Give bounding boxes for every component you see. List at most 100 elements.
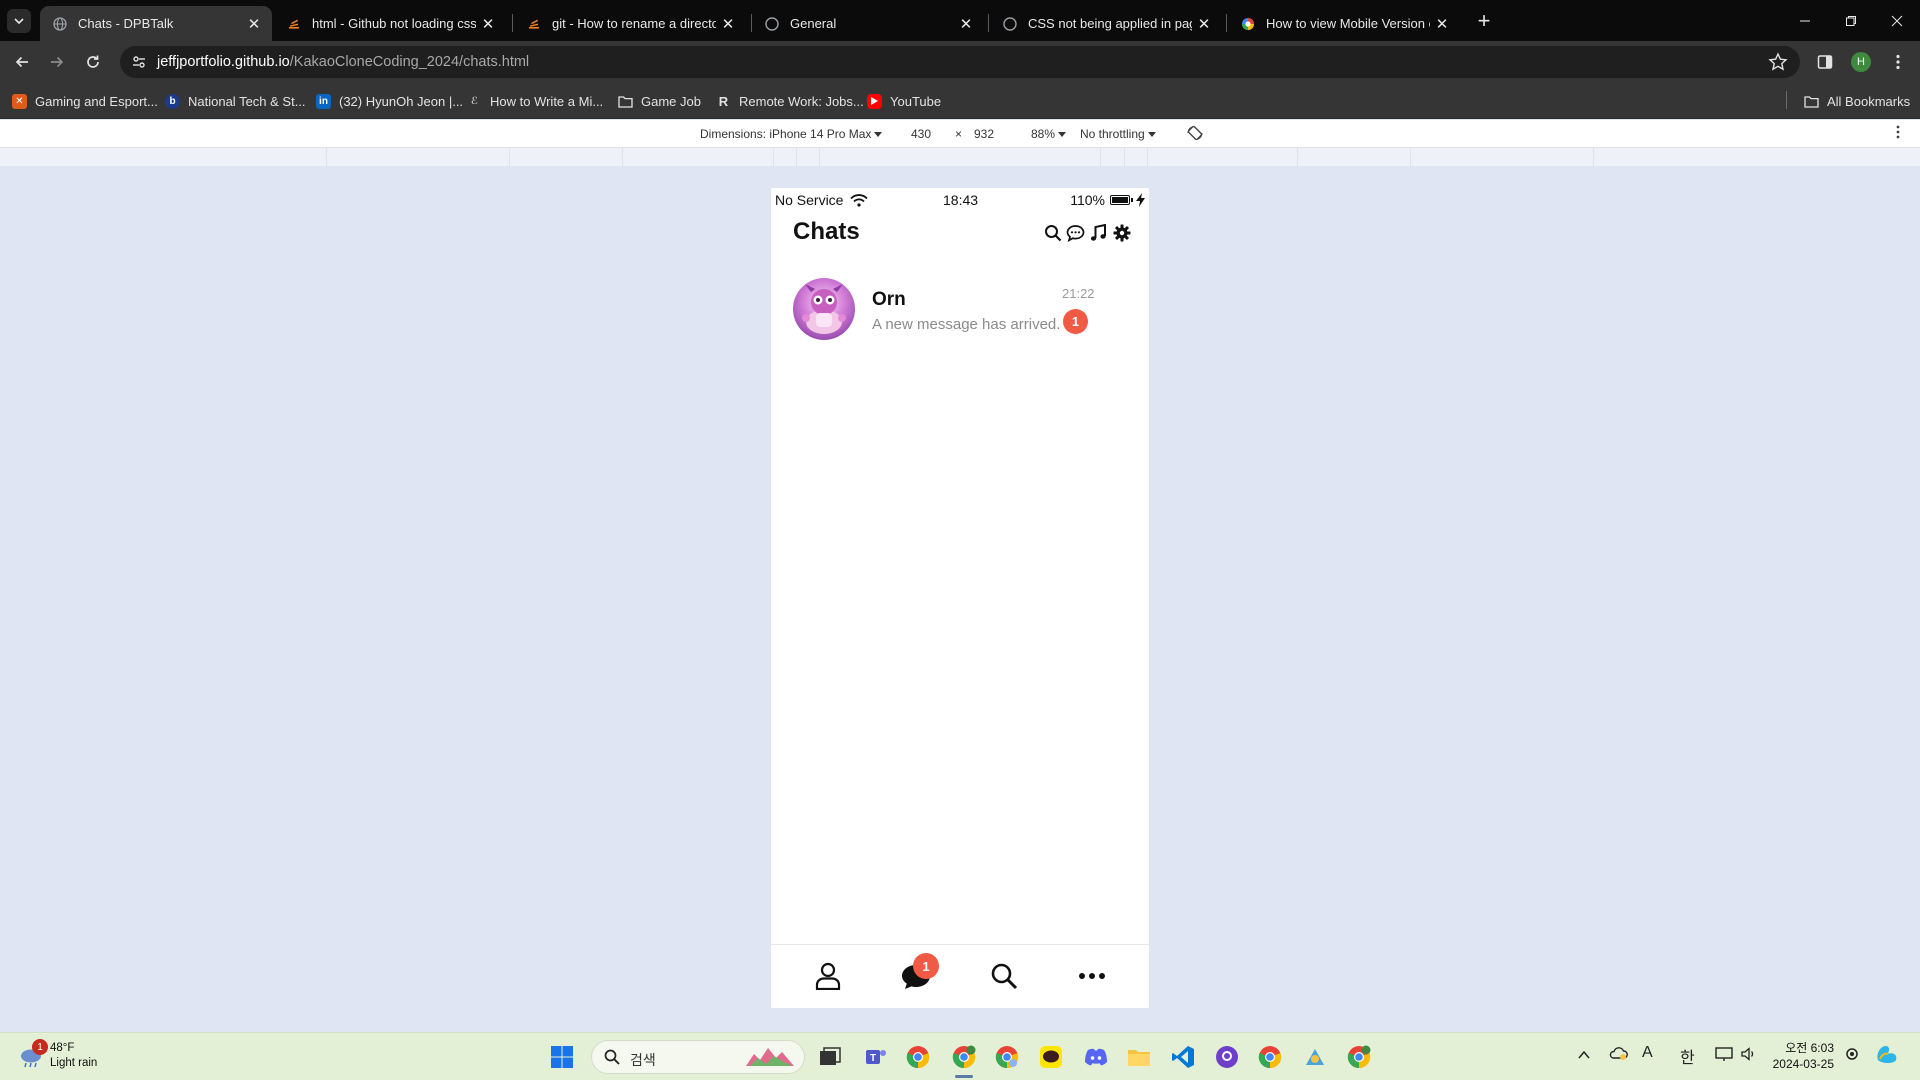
tab-github-css[interactable]: html - Github not loading css ✕ (274, 6, 506, 41)
reload-icon (87, 55, 99, 68)
tab-git-rename[interactable]: git - How to rename a directo ✕ (514, 6, 746, 41)
bookmark-folder-game-job[interactable]: Game Job (618, 91, 701, 111)
chrome-icon (1347, 1045, 1371, 1069)
minimize-button[interactable] (1782, 0, 1828, 41)
close-tab-icon[interactable]: ✕ (954, 12, 978, 36)
taskbar-chrome-1[interactable] (903, 1042, 933, 1072)
close-tab-icon[interactable]: ✕ (1192, 12, 1216, 36)
site-settings-icon[interactable] (130, 53, 148, 71)
profile-button[interactable]: H (1849, 50, 1873, 74)
taskbar-chrome-3[interactable] (1255, 1042, 1285, 1072)
person-icon (815, 962, 841, 990)
notification-button[interactable] (1844, 1046, 1860, 1065)
music-note-icon (1090, 224, 1106, 241)
tab-friends[interactable] (811, 959, 845, 993)
bookmark-label: National Tech & St... (188, 93, 306, 109)
zoom-select[interactable]: 88% (1031, 127, 1067, 141)
search-button[interactable] (1041, 222, 1064, 244)
address-bar[interactable]: jeffjportfolio.github.io/KakaoCloneCodin… (120, 46, 1800, 78)
unread-badge: 1 (1063, 309, 1088, 334)
bookmark-remote-work[interactable]: R Remote Work: Jobs... (716, 91, 864, 111)
weather-widget[interactable]: 1 48°F Light rain (18, 1039, 97, 1071)
taskbar-chrome-2[interactable] (992, 1042, 1022, 1072)
bookmark-label: (32) HyunOh Jeon |... (339, 93, 464, 109)
bookmark-youtube[interactable]: YouTube (867, 91, 941, 111)
rotate-icon (1187, 125, 1203, 141)
arrow-left-icon (15, 56, 28, 68)
bookmark-how-to-write[interactable]: ℰ How to Write a Mi... (467, 91, 603, 111)
chat-list-item[interactable]: Orn A new message has arrived. 21:22 1 (771, 276, 1149, 350)
new-tab-button[interactable]: + (1470, 7, 1498, 35)
clock-time: 오전 6:03 (1785, 1041, 1834, 1055)
taskbar-kakaotalk[interactable] (1036, 1042, 1066, 1072)
tab-search-button[interactable] (7, 9, 31, 33)
bookmark-star-icon[interactable] (1768, 52, 1788, 72)
bookmark-national-tech[interactable]: b National Tech & St... (165, 91, 306, 111)
chat-avatar (793, 278, 855, 340)
close-tab-icon[interactable]: ✕ (476, 12, 500, 36)
bookmark-label: Game Job (641, 93, 701, 109)
taskbar-vscode[interactable] (1168, 1042, 1198, 1072)
close-tab-icon[interactable]: ✕ (242, 12, 266, 36)
side-panel-button[interactable] (1813, 50, 1837, 74)
tab-general[interactable]: General ✕ (752, 6, 984, 41)
taskbar-github-desktop[interactable] (1212, 1042, 1242, 1072)
url-text[interactable]: jeffjportfolio.github.io/KakaoCloneCodin… (157, 54, 529, 70)
bookmark-linkedin[interactable]: in (32) HyunOh Jeon |... (316, 91, 463, 111)
device-width-input[interactable]: 430 (911, 127, 931, 141)
device-height-input[interactable]: 932 (974, 127, 994, 141)
tray-network[interactable] (1715, 1046, 1733, 1065)
throttling-select[interactable]: No throttling (1080, 127, 1156, 141)
tab-title: Chats - DPBTalk (78, 16, 174, 31)
tray-onedrive[interactable] (1608, 1045, 1628, 1064)
back-button[interactable] (8, 48, 36, 76)
youtube-icon (867, 93, 882, 109)
chrome-menu-button[interactable] (1886, 50, 1910, 74)
tab-more[interactable] (1075, 959, 1109, 993)
battery-percent: 110% (1070, 192, 1105, 208)
copilot-icon (1877, 1046, 1897, 1063)
taskbar-teams[interactable]: T (861, 1042, 891, 1072)
svg-text:T: T (870, 1053, 876, 1064)
restore-button[interactable] (1828, 0, 1874, 41)
dimension-separator: × (955, 127, 963, 141)
taskbar-chrome-4[interactable] (1344, 1042, 1374, 1072)
ime-mode-korean[interactable]: 한 (1680, 1044, 1695, 1068)
device-toolbar-menu[interactable] (1896, 125, 1900, 142)
new-chat-button[interactable] (1064, 222, 1087, 244)
taskbar-clock[interactable]: 오전 6:03 2024-03-25 (1770, 1040, 1834, 1072)
vscode-icon (1172, 1046, 1194, 1068)
rotate-button[interactable] (1186, 124, 1204, 145)
settings-button[interactable] (1110, 222, 1133, 244)
tab-divider (988, 14, 989, 32)
bookmark-gaming[interactable]: ✕ Gaming and Esport... (12, 91, 158, 111)
taskbar-file-explorer[interactable] (1124, 1042, 1154, 1072)
taskbar-app-paint[interactable] (1300, 1042, 1330, 1072)
taskbar-task-view[interactable] (815, 1042, 845, 1072)
close-window-button[interactable] (1874, 0, 1920, 41)
tab-title: html - Github not loading css (312, 16, 476, 31)
taskbar-discord[interactable] (1081, 1042, 1111, 1072)
copilot-button[interactable] (1874, 1042, 1900, 1069)
tab-mobile-version[interactable]: How to view Mobile Version o ✕ (1228, 6, 1460, 41)
tray-overflow-button[interactable] (1578, 1047, 1590, 1063)
minimize-icon (1800, 20, 1810, 21)
tab-search[interactable] (987, 959, 1021, 993)
all-bookmarks-button[interactable]: All Bookmarks (1804, 91, 1910, 111)
start-button[interactable] (547, 1042, 577, 1072)
reload-button[interactable] (79, 48, 107, 76)
tray-volume[interactable] (1740, 1046, 1756, 1065)
tab-css-not-applied[interactable]: CSS not being applied in page ✕ (990, 6, 1222, 41)
taskbar-search[interactable]: 검색 (591, 1040, 805, 1074)
close-tab-icon[interactable]: ✕ (716, 12, 740, 36)
tab-chats-dpbtalk[interactable]: Chats - DPBTalk ✕ (40, 6, 272, 41)
taskbar-chrome-profile-active[interactable] (949, 1042, 979, 1072)
device-select[interactable]: Dimensions: iPhone 14 Pro Max (700, 127, 883, 141)
music-button[interactable] (1087, 222, 1110, 244)
ime-mode-a[interactable]: A (1642, 1044, 1653, 1062)
github-desktop-icon (1216, 1046, 1238, 1068)
forward-button[interactable] (43, 48, 71, 76)
character-avatar-image (802, 284, 846, 334)
close-tab-icon[interactable]: ✕ (1430, 12, 1454, 36)
more-vertical-icon (1896, 54, 1900, 70)
